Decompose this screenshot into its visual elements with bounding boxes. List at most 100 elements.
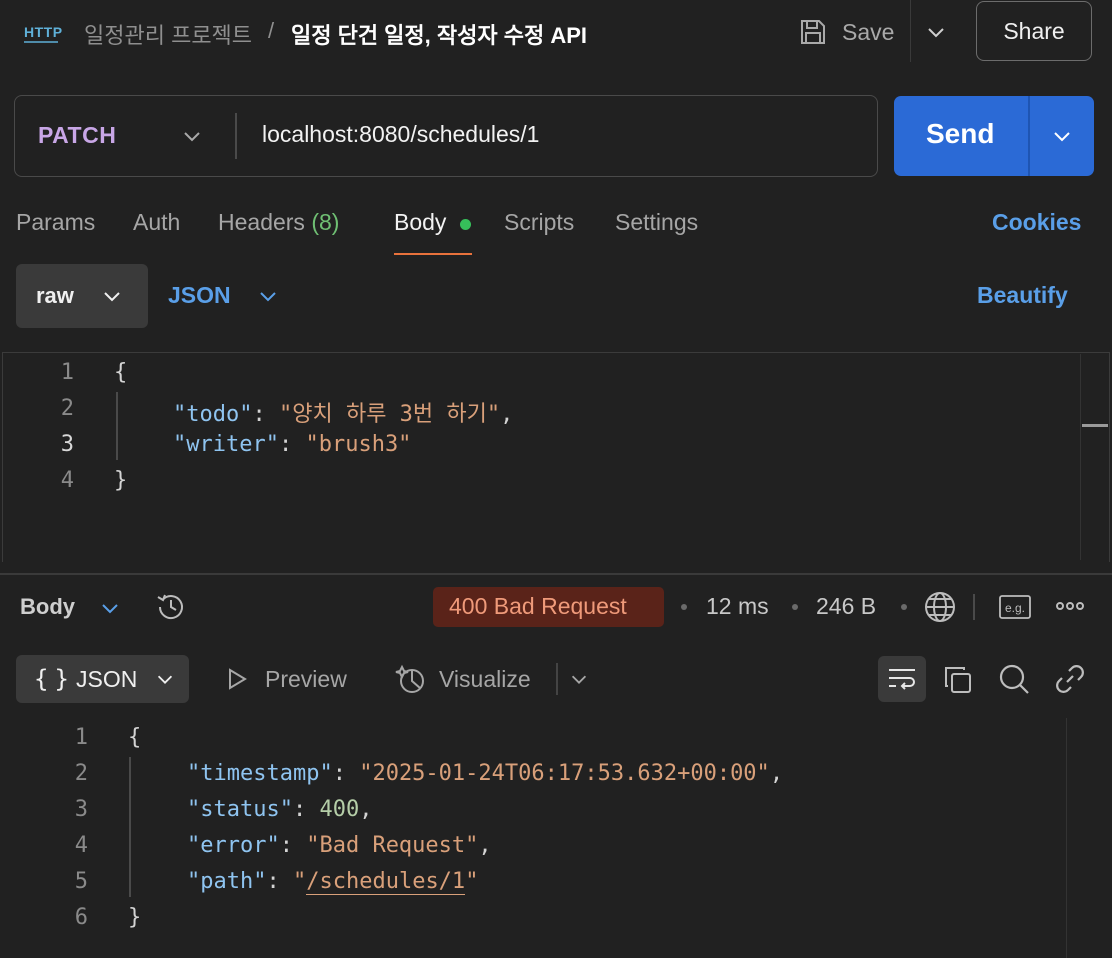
save-divider <box>910 0 911 62</box>
json-key: "writer" <box>173 432 279 457</box>
more-options-icon[interactable] <box>1054 596 1086 616</box>
meta-separator-dot <box>901 604 907 610</box>
history-icon[interactable] <box>154 590 188 624</box>
json-string: "/schedules/1" <box>292 869 479 895</box>
body-mode-label[interactable]: raw <box>36 283 74 309</box>
editor-scrollbar-thumb[interactable] <box>1082 424 1108 427</box>
save-button[interactable]: Save <box>798 14 894 50</box>
meta-separator-dot <box>792 604 798 610</box>
meta-separator-dot <box>681 604 687 610</box>
code-line: } <box>114 468 128 493</box>
method-select[interactable]: PATCH <box>38 122 116 149</box>
body-format-select[interactable]: JSON <box>168 282 231 309</box>
send-options-chevron-down-icon[interactable] <box>1050 124 1074 148</box>
http-icon: HTTP <box>22 18 62 48</box>
save-as-example-icon[interactable]: e.g. <box>998 593 1032 621</box>
response-format-label[interactable]: JSON <box>76 666 137 693</box>
request-body-editor[interactable] <box>2 352 1110 562</box>
line-number-current: 3 <box>60 432 74 457</box>
response-time[interactable]: 12 ms <box>706 593 769 620</box>
code-line: { <box>128 725 142 750</box>
link-icon[interactable] <box>1053 662 1087 696</box>
indent-guide <box>116 392 118 460</box>
tab-headers[interactable]: Headers (8) <box>218 209 339 236</box>
tab-auth[interactable]: Auth <box>133 209 180 236</box>
visualize-tab[interactable]: Visualize <box>439 666 531 693</box>
line-number: 4 <box>74 833 88 858</box>
copy-icon[interactable] <box>942 664 974 696</box>
json-braces-icon: {} <box>34 665 75 693</box>
response-body-label[interactable]: Body <box>20 594 75 620</box>
play-icon <box>224 666 250 692</box>
indent-guide <box>129 757 131 897</box>
search-icon[interactable] <box>997 662 1031 696</box>
tab-headers-label: Headers <box>218 209 305 235</box>
json-key: "todo" <box>173 402 253 427</box>
breadcrumb-parent[interactable]: 일정관리 프로젝트 <box>84 18 252 50</box>
code-line: "writer": "brush3" <box>173 432 412 457</box>
json-string: "brush3" <box>305 432 412 457</box>
tab-settings[interactable]: Settings <box>615 209 698 236</box>
example-icon-text: e.g. <box>1005 601 1025 615</box>
json-string: "Bad Request" <box>306 833 479 858</box>
code-line: "todo": "양치 하루 3번 하기", <box>173 402 514 427</box>
tab-scripts[interactable]: Scripts <box>504 209 574 236</box>
code-line: "timestamp": "2025-01-24T06:17:53.632+00… <box>187 761 784 786</box>
json-number: 400 <box>319 797 360 822</box>
code-line: "error": "Bad Request", <box>187 833 492 858</box>
response-scrollbar-track <box>1066 718 1067 958</box>
line-number: 6 <box>74 905 88 930</box>
code-line: } <box>128 905 142 930</box>
beautify-button[interactable]: Beautify <box>977 282 1068 309</box>
line-number: 1 <box>60 360 74 385</box>
response-format-chevron-down-icon[interactable] <box>154 668 176 690</box>
line-number: 2 <box>60 396 74 421</box>
url-divider <box>235 113 237 159</box>
visualize-chevron-down-icon[interactable] <box>568 668 590 690</box>
line-number: 2 <box>74 761 88 786</box>
json-key: "timestamp" <box>187 761 333 786</box>
json-key: "error" <box>187 833 280 858</box>
line-number: 3 <box>74 797 88 822</box>
url-input[interactable]: localhost:8080/schedules/1 <box>262 121 539 148</box>
method-chevron-down-icon[interactable] <box>180 124 204 148</box>
send-divider <box>1028 96 1030 176</box>
headers-count: (8) <box>311 209 340 235</box>
pane-resize-divider[interactable] <box>0 573 1112 575</box>
visualize-divider <box>556 663 558 695</box>
preview-tab[interactable]: Preview <box>265 666 347 693</box>
tab-params[interactable]: Params <box>16 209 95 236</box>
breadcrumb-separator: / <box>268 18 275 43</box>
send-label[interactable]: Send <box>926 118 994 150</box>
meta-divider <box>973 594 975 620</box>
active-tab-underline <box>394 253 472 255</box>
body-mode-chevron-down-icon[interactable] <box>100 284 124 308</box>
save-icon <box>798 17 828 47</box>
share-button[interactable]: Share <box>976 1 1092 61</box>
response-size[interactable]: 246 B <box>816 593 876 620</box>
status-text: 400 Bad Request <box>449 593 627 619</box>
body-format-chevron-down-icon[interactable] <box>256 284 280 308</box>
response-body-chevron-down-icon[interactable] <box>98 596 122 620</box>
path-link[interactable]: /schedules/1 <box>306 869 466 895</box>
save-label: Save <box>842 18 895 45</box>
visualize-icon <box>394 662 428 696</box>
request-title[interactable]: 일정 단건 일정, 작성자 수정 API <box>291 18 587 50</box>
json-key: "status" <box>187 797 293 822</box>
tab-body[interactable]: Body <box>394 209 446 236</box>
code-line: { <box>114 360 128 385</box>
json-string: "양치 하루 3번 하기" <box>278 402 501 427</box>
http-icon-text: HTTP <box>24 24 62 40</box>
code-line: "status": 400, <box>187 797 373 822</box>
json-string: "2025-01-24T06:17:53.632+00:00" <box>359 761 770 786</box>
line-number: 1 <box>74 725 88 750</box>
code-line: "path": "/schedules/1" <box>187 869 479 895</box>
line-number: 5 <box>74 869 88 894</box>
globe-icon[interactable] <box>922 589 958 625</box>
wrap-lines-icon <box>886 664 918 694</box>
save-options-chevron-down-icon[interactable] <box>924 20 948 44</box>
body-indicator-dot <box>460 219 471 230</box>
line-number: 4 <box>60 468 74 493</box>
json-key: "path" <box>187 869 267 894</box>
cookies-link[interactable]: Cookies <box>992 209 1081 236</box>
